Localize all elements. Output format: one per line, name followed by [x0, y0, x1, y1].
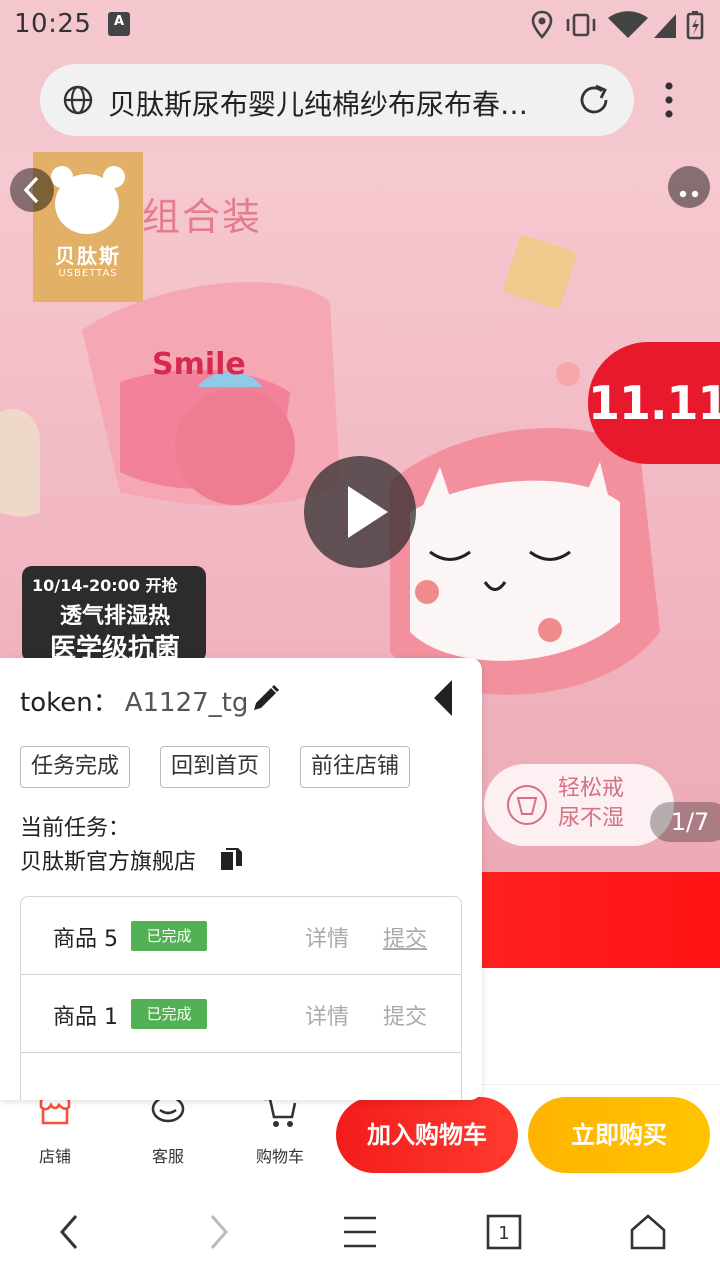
svg-text:1: 1 [498, 1223, 509, 1244]
submit-link[interactable]: 提交 [383, 921, 427, 953]
shop-label: 店铺 [38, 1147, 71, 1166]
status-badge: 已完成 [131, 921, 207, 951]
sale-date: 10/14-20:00 开抢 [32, 576, 178, 595]
service-label: 客服 [151, 1147, 184, 1166]
more-dots-icon [679, 190, 699, 198]
nav-menu-icon[interactable] [340, 1212, 380, 1252]
task-done-button[interactable]: 任务完成 [20, 746, 131, 788]
feature-pill: 轻松戒 尿不湿 [484, 764, 674, 846]
copy-icon[interactable] [218, 846, 244, 872]
browser-toolbar: 贝肽斯尿布婴儿纯棉纱布尿布春… [0, 50, 720, 152]
current-task-label: 当前任务： [20, 816, 131, 841]
home-icon[interactable] [628, 1212, 668, 1252]
back-button[interactable] [10, 168, 54, 212]
brand-subtitle: USBETTAS [58, 268, 118, 279]
back-home-button[interactable]: 回到首页 [160, 746, 271, 788]
shop-tab[interactable]: 店铺 [10, 1085, 100, 1185]
service-tab[interactable]: 客服 [123, 1085, 213, 1185]
go-shop-button[interactable]: 前往店铺 [300, 746, 411, 788]
address-bar[interactable]: 贝肽斯尿布婴儿纯棉纱布尿布春… [40, 64, 634, 136]
token-row: token： A1127_tg [20, 682, 248, 719]
notification-icon: A [108, 12, 130, 36]
feature-line-2: 尿不湿 [558, 806, 625, 831]
task-shop-name: 贝肽斯官方旗舰店 [20, 850, 197, 875]
sale-feature-1: 透气排湿热 [59, 604, 170, 629]
feature-line-1: 轻松戒 [558, 776, 625, 801]
task-list: 商品 5 已完成 详情 提交 商品 1 已完成 详情 提交 [20, 896, 462, 1100]
sale-tag: 10/14-20:00 开抢 透气排湿热 医学级抗菌 [22, 566, 206, 664]
buy-now-button[interactable]: 立即购买 [528, 1097, 710, 1173]
chevron-left-icon [23, 176, 39, 204]
cart-label: 购物车 [255, 1147, 304, 1166]
list-item: 商品 5 已完成 详情 提交 [21, 897, 461, 975]
tabs-icon[interactable]: 1 [484, 1212, 524, 1252]
more-button[interactable] [668, 166, 710, 208]
cart-tab[interactable]: 购物车 [235, 1085, 325, 1185]
add-to-cart-button[interactable]: 加入购物车 [336, 1097, 518, 1173]
svg-text:Smile: Smile [152, 347, 246, 382]
diaper-icon [507, 785, 547, 825]
nav-back-icon[interactable] [50, 1212, 90, 1252]
play-video-button[interactable] [304, 456, 416, 568]
token-label: token： [20, 688, 119, 718]
browser-nav-bar: 1 [0, 1184, 720, 1280]
token-value: A1127_tg [124, 688, 249, 718]
submit-link[interactable]: 提交 [383, 999, 427, 1031]
status-time: 10:25 [14, 9, 92, 39]
image-counter: 1/7 [650, 802, 720, 842]
status-bar: 10:25 A [0, 0, 720, 50]
hero-heading: 组合装 [142, 195, 263, 239]
edit-icon[interactable] [248, 682, 282, 716]
double-eleven-badge: 11.11 [588, 342, 720, 464]
item-name: 商品 1 [53, 1005, 118, 1030]
collapse-icon[interactable] [430, 678, 456, 718]
system-status-icons [531, 10, 704, 40]
item-name: 商品 5 [53, 927, 118, 952]
status-badge: 已完成 [131, 999, 207, 1029]
globe-icon [63, 85, 93, 115]
task-panel: token： A1127_tg 任务完成 回到首页 前往店铺 当前任务： 贝肽斯官… [0, 658, 482, 1100]
brand-name: 贝肽斯 [55, 244, 121, 268]
list-item: 商品 1 已完成 详情 提交 [21, 975, 461, 1053]
detail-link[interactable]: 详情 [305, 921, 349, 953]
detail-link[interactable]: 详情 [305, 999, 349, 1031]
page-title[interactable]: 贝肽斯尿布婴儿纯棉纱布尿布春… [108, 83, 563, 123]
menu-icon[interactable] [654, 80, 684, 120]
nav-forward-icon[interactable] [198, 1212, 238, 1252]
play-icon [348, 486, 388, 538]
reload-icon[interactable] [576, 82, 612, 118]
